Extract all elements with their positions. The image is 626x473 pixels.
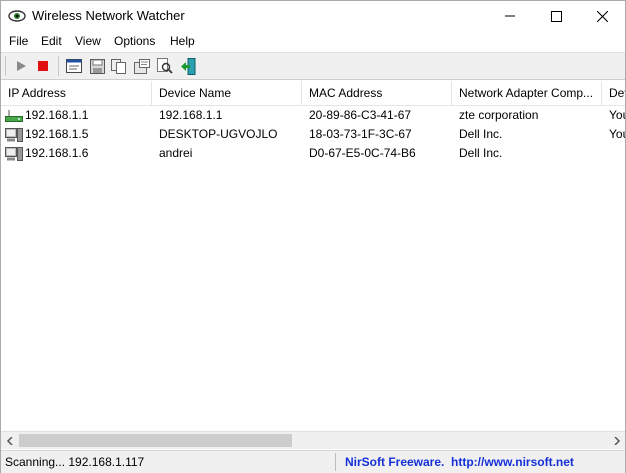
app-window: Wireless Network Watcher File Edit View …	[0, 0, 626, 473]
computer-icon	[5, 147, 23, 161]
table-row[interactable]: 192.168.1.6 andrei D0-67-E5-0C-74-B6 Del…	[1, 144, 625, 163]
status-scanning-text: Scanning... 192.168.1.117	[5, 455, 145, 469]
save-icon	[89, 58, 105, 74]
toolbar-grip	[5, 56, 6, 76]
cell-device-info: You	[609, 108, 625, 122]
column-ip-address[interactable]: IP Address	[1, 81, 152, 105]
cell-ip: 192.168.1.1	[25, 108, 89, 122]
status-divider	[335, 453, 336, 471]
exit-icon	[181, 57, 196, 75]
start-scan-button[interactable]	[12, 57, 30, 75]
cell-device-name: 192.168.1.1	[159, 108, 223, 122]
column-adapter-company[interactable]: Network Adapter Comp...	[452, 81, 602, 105]
html-report-button[interactable]	[65, 57, 83, 75]
column-device-name[interactable]: Device Name	[152, 81, 302, 105]
stop-icon	[38, 61, 48, 71]
cell-device-name: andrei	[159, 146, 193, 160]
menu-options[interactable]: Options	[114, 34, 155, 48]
save-button[interactable]	[88, 57, 106, 75]
maximize-button[interactable]	[533, 1, 579, 31]
scroll-right-button[interactable]	[608, 432, 625, 449]
device-list: 192.168.1.1 192.168.1.1 20-89-86-C3-41-6…	[1, 105, 625, 431]
cell-ip: 192.168.1.6	[25, 146, 89, 160]
copy-button[interactable]	[110, 57, 128, 75]
table-row[interactable]: 192.168.1.5 DESKTOP-UGVOJLO 18-03-73-1F-…	[1, 125, 625, 144]
properties-button[interactable]	[133, 57, 151, 75]
stop-scan-button[interactable]	[34, 57, 52, 75]
computer-icon	[5, 128, 23, 142]
router-icon	[5, 110, 23, 122]
horizontal-scrollbar[interactable]	[1, 431, 625, 449]
menu-help[interactable]: Help	[170, 34, 195, 48]
network-eye-icon	[8, 10, 26, 22]
chevron-left-icon	[6, 436, 13, 445]
menu-edit[interactable]: Edit	[41, 34, 62, 48]
cell-mac: D0-67-E5-0C-74-B6	[309, 146, 416, 160]
column-mac-address[interactable]: MAC Address	[302, 81, 452, 105]
status-bar: Scanning... 192.168.1.117 NirSoft Freewa…	[1, 450, 625, 473]
minimize-icon	[505, 15, 515, 17]
toolbar-separator	[58, 56, 59, 76]
find-icon	[157, 58, 173, 74]
cell-device-name: DESKTOP-UGVOJLO	[159, 127, 278, 141]
minimize-button[interactable]	[487, 1, 533, 31]
cell-ip: 192.168.1.5	[25, 127, 89, 141]
menu-file[interactable]: File	[9, 34, 28, 48]
title-bar: Wireless Network Watcher	[1, 1, 625, 31]
nirsoft-link[interactable]: NirSoft Freeware. http://www.nirsoft.net	[345, 455, 574, 469]
column-device-info[interactable]: Dev	[602, 81, 625, 105]
copy-icon	[111, 58, 126, 74]
find-button[interactable]	[156, 57, 174, 75]
scroll-left-button[interactable]	[1, 432, 18, 449]
chevron-right-icon	[613, 436, 620, 445]
menu-bar: File Edit View Options Help	[1, 31, 625, 53]
close-button[interactable]	[579, 1, 625, 31]
cell-mac: 20-89-86-C3-41-67	[309, 108, 412, 122]
exit-button[interactable]	[179, 57, 197, 75]
cell-mac: 18-03-73-1F-3C-67	[309, 127, 412, 141]
cell-device-info	[609, 144, 625, 163]
cell-vendor: zte corporation	[459, 108, 539, 122]
properties-icon	[134, 58, 150, 74]
maximize-icon	[550, 10, 562, 22]
scrollbar-thumb[interactable]	[19, 434, 292, 447]
cell-device-info: You	[609, 127, 625, 141]
table-row[interactable]: 192.168.1.1 192.168.1.1 20-89-86-C3-41-6…	[1, 106, 625, 125]
window-title: Wireless Network Watcher	[32, 8, 185, 23]
cell-vendor: Dell Inc.	[459, 127, 503, 141]
menu-view[interactable]: View	[75, 34, 101, 48]
toolbar	[1, 53, 625, 80]
close-icon	[596, 10, 608, 22]
cell-vendor: Dell Inc.	[459, 146, 503, 160]
play-icon	[17, 61, 26, 71]
column-header: IP Address Device Name MAC Address Netwo…	[1, 81, 625, 106]
html-report-icon	[66, 59, 82, 73]
